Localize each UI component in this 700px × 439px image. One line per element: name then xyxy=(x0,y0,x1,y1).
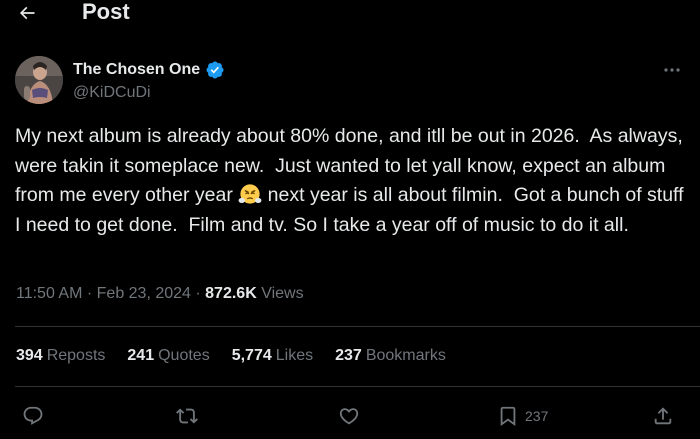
likes-count: 5,774 xyxy=(231,347,272,364)
quotes-label: Quotes xyxy=(158,347,210,364)
post-text: My next album is already about 80% done,… xyxy=(15,122,687,240)
avatar-image xyxy=(15,56,63,104)
post-time[interactable]: 11:50 AM xyxy=(16,285,82,302)
more-options-button[interactable] xyxy=(657,60,687,80)
reposts-label: Reposts xyxy=(46,347,106,364)
views-count: 872.6K xyxy=(205,285,257,302)
bookmarks-label: Bookmarks xyxy=(365,347,446,364)
post-meta: 11:50 AM · Feb 23, 2024 · 872.6K Views xyxy=(16,284,304,304)
author-name-row[interactable]: The Chosen One xyxy=(73,60,225,80)
share-button[interactable] xyxy=(652,402,674,430)
action-bar: 237 xyxy=(0,402,700,430)
post-date[interactable]: Feb 23, 2024 xyxy=(97,285,191,302)
share-icon xyxy=(654,407,672,425)
back-button[interactable] xyxy=(12,0,42,26)
reposts-count: 394 xyxy=(16,347,43,364)
meta-separator: · xyxy=(190,285,206,302)
quotes-stat[interactable]: 241 Quotes xyxy=(127,346,209,366)
reply-icon xyxy=(23,406,43,425)
more-horizontal-icon xyxy=(664,68,680,72)
bookmark-button[interactable]: 237 xyxy=(497,402,548,430)
verified-badge-icon xyxy=(206,61,224,79)
avatar[interactable] xyxy=(15,56,63,104)
likes-stat[interactable]: 5,774 Likes xyxy=(232,346,313,366)
quotes-count: 241 xyxy=(127,347,155,364)
views-label: Views xyxy=(256,285,304,302)
arrow-left-icon xyxy=(19,6,35,20)
like-button[interactable] xyxy=(338,402,360,430)
page-title: Post xyxy=(82,0,130,24)
likes-label: Likes xyxy=(275,347,314,364)
top-bar: Post xyxy=(0,0,700,28)
author-handle[interactable]: @KiDCuDi xyxy=(73,83,225,103)
divider xyxy=(15,326,700,327)
bookmarks-stat[interactable]: 237 Bookmarks xyxy=(335,346,446,366)
bookmark-count: 237 xyxy=(525,408,549,424)
author-display-name[interactable]: The Chosen One xyxy=(73,60,200,80)
heart-icon xyxy=(339,408,359,425)
post-author: The Chosen One @KiDCuDi xyxy=(73,60,225,103)
reposts-stat[interactable]: 394 Reposts xyxy=(16,346,105,366)
engagement-stats: 394 Reposts 241 Quotes 5,774 Likes 237 B… xyxy=(16,346,446,366)
bookmarks-count: 237 xyxy=(335,347,362,364)
face-with-steam-from-nose-icon xyxy=(238,184,262,204)
meta-separator: · xyxy=(82,285,97,302)
repost-icon xyxy=(176,408,198,424)
bookmark-icon xyxy=(500,406,516,427)
reply-button[interactable] xyxy=(22,402,44,430)
divider xyxy=(15,386,700,387)
repost-button[interactable] xyxy=(176,402,198,430)
